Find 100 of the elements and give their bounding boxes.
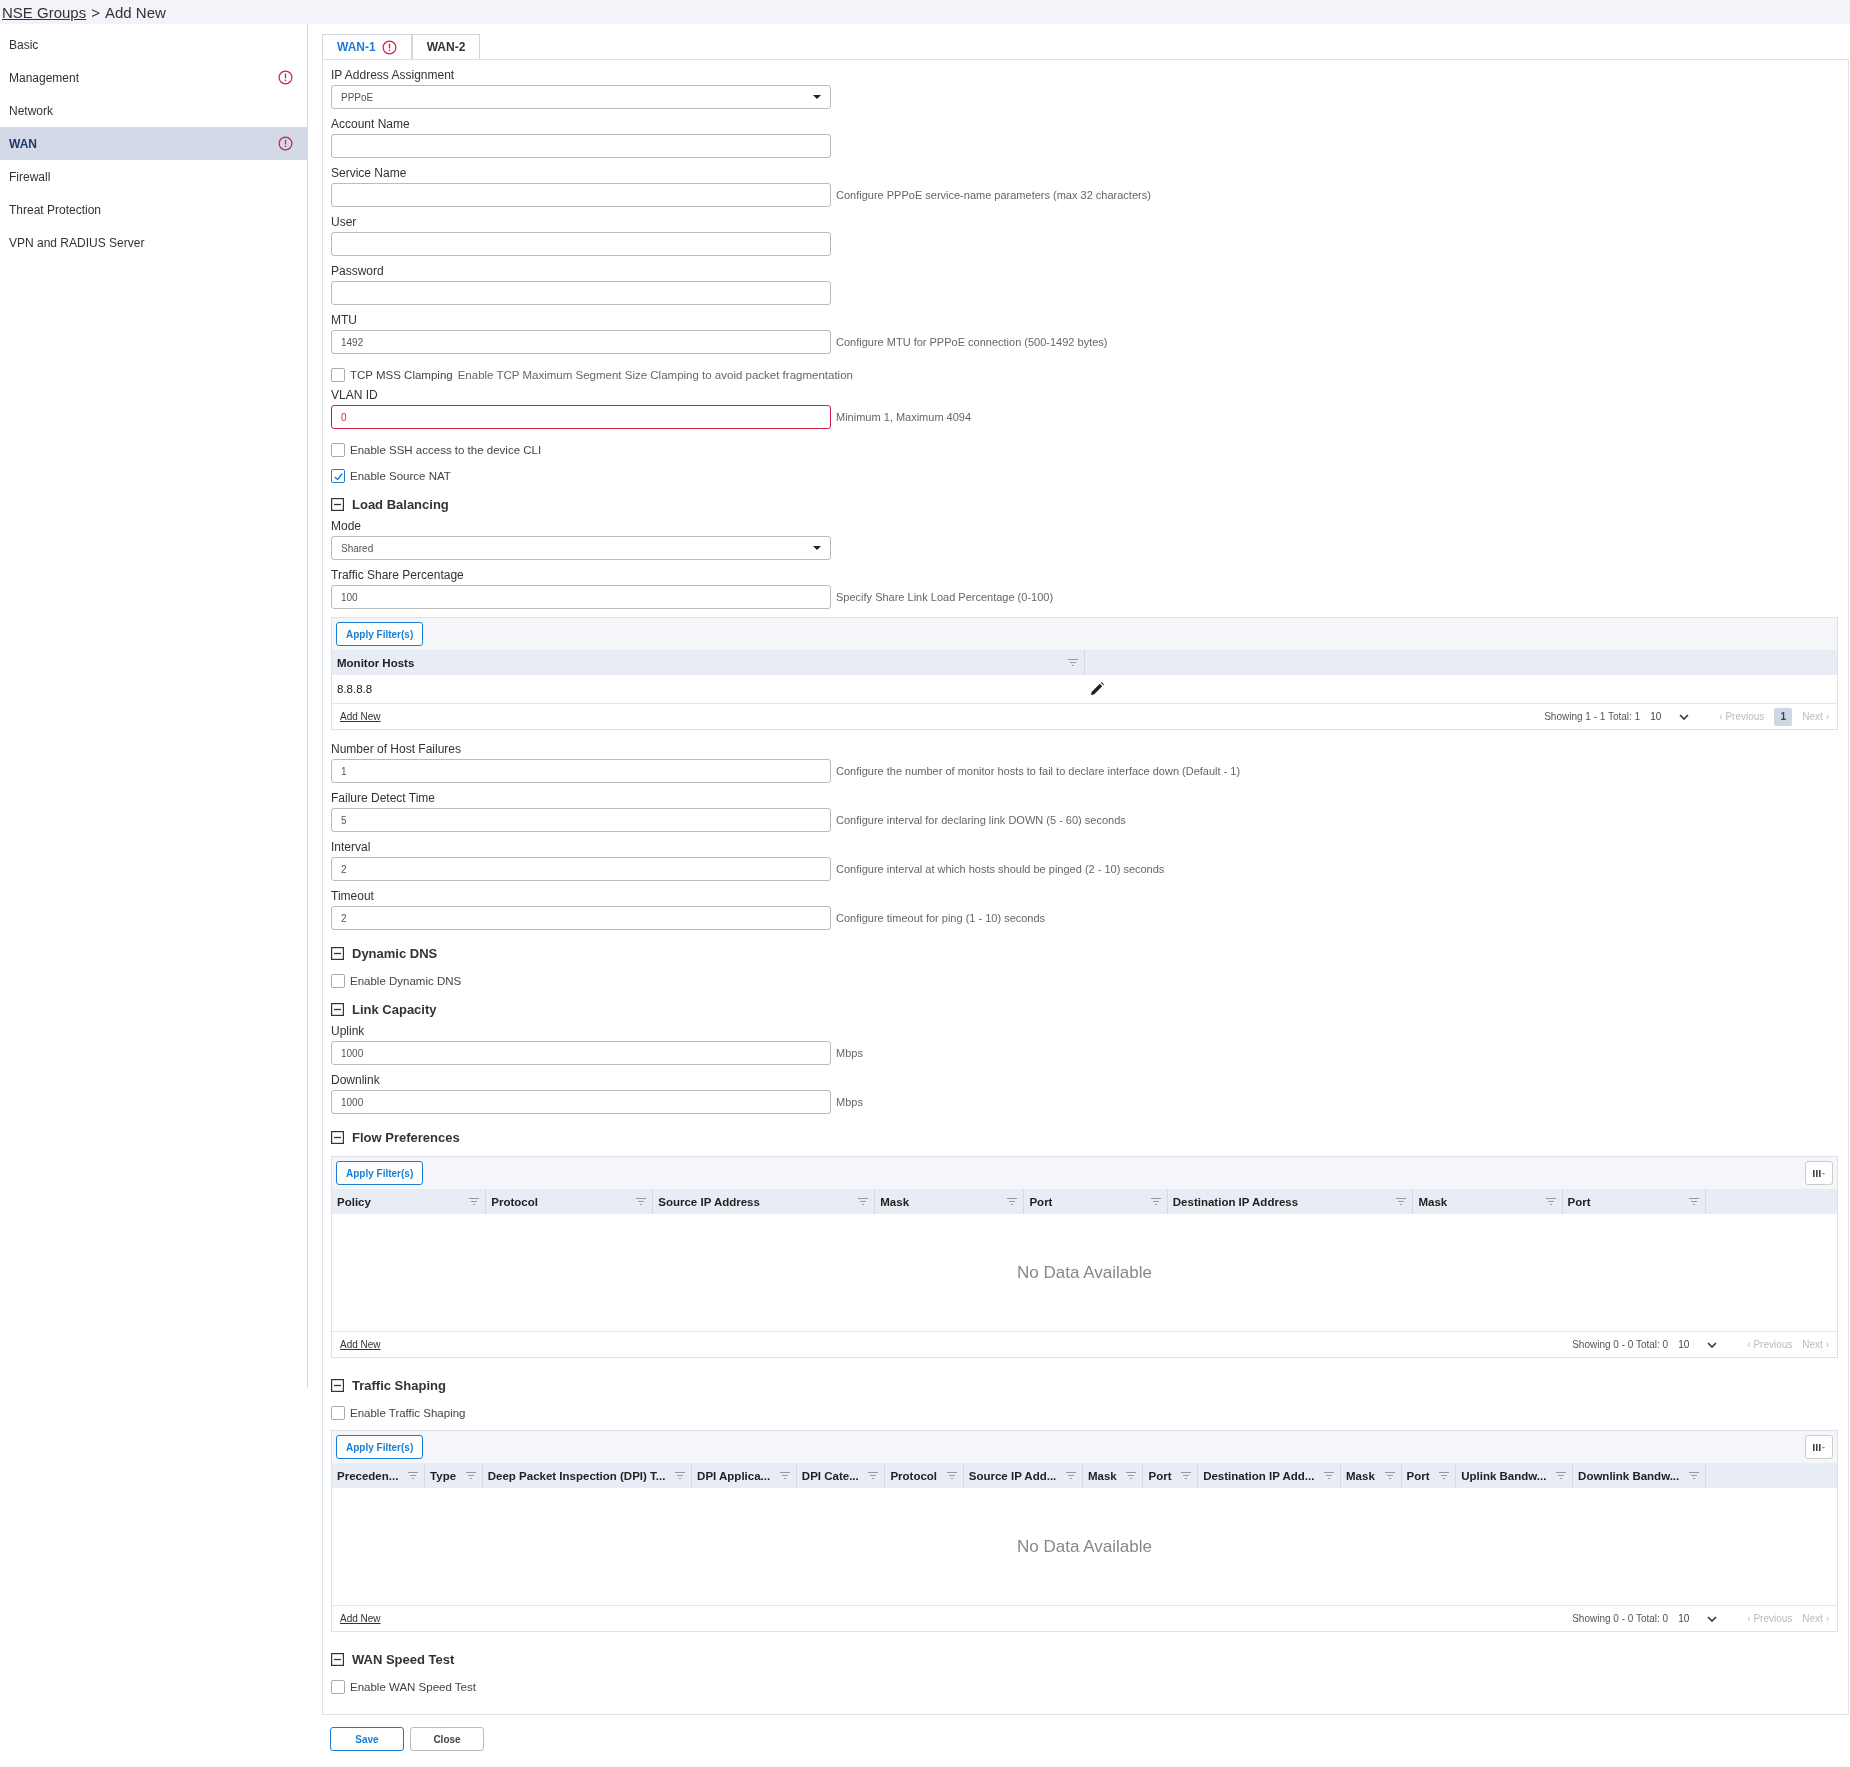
- input-field[interactable]: 1492: [331, 330, 831, 354]
- filter-icon[interactable]: [1068, 659, 1078, 666]
- filter-icon[interactable]: [469, 1198, 480, 1205]
- column-header: Mask: [1418, 1195, 1448, 1208]
- field-label: Number of Host Failures: [331, 742, 463, 756]
- apply-filter-button[interactable]: Apply Filter(s): [336, 622, 424, 646]
- checkbox[interactable]: [331, 1406, 345, 1420]
- collapse-icon[interactable]: [331, 1002, 344, 1016]
- column-chooser-button[interactable]: [1805, 1161, 1833, 1185]
- add-new-link[interactable]: Add New: [340, 1339, 381, 1350]
- sidebar-item[interactable]: Basic: [0, 28, 307, 61]
- input-field[interactable]: 0: [331, 405, 831, 429]
- section-title: Link Capacity: [352, 1001, 437, 1017]
- filter-icon[interactable]: [1545, 1198, 1556, 1205]
- column-header: Mask: [880, 1195, 910, 1208]
- input-field[interactable]: 2: [331, 906, 831, 930]
- filter-icon[interactable]: [946, 1472, 957, 1479]
- filter-icon[interactable]: [408, 1472, 419, 1479]
- sidebar-item[interactable]: Management: [0, 61, 307, 94]
- collapse-icon[interactable]: [331, 1130, 344, 1144]
- field-label: Account Name: [331, 117, 411, 131]
- filter-icon[interactable]: [1181, 1472, 1192, 1479]
- checkbox[interactable]: [331, 469, 345, 483]
- close-button[interactable]: Close: [410, 1727, 484, 1751]
- input-field[interactable]: 5: [331, 808, 831, 832]
- filter-icon[interactable]: [1324, 1472, 1335, 1479]
- sidebar-item[interactable]: Network: [0, 94, 307, 127]
- column-header: Mask: [1346, 1469, 1375, 1482]
- dropdown[interactable]: PPPoE: [331, 85, 831, 109]
- pencil-icon[interactable]: [1089, 682, 1104, 696]
- checkbox-label: Enable WAN Speed Test: [350, 1681, 476, 1693]
- filter-icon[interactable]: [1689, 1198, 1699, 1205]
- column-header: Type: [430, 1469, 457, 1482]
- collapse-icon[interactable]: [331, 1378, 344, 1392]
- chevron-down-icon: [1707, 1615, 1718, 1622]
- filter-icon[interactable]: [1556, 1472, 1567, 1479]
- filter-icon[interactable]: [1007, 1198, 1018, 1205]
- sidebar-item[interactable]: VPN and RADIUS Server: [0, 226, 307, 259]
- input-field[interactable]: 1000: [331, 1041, 831, 1065]
- filter-icon[interactable]: [1126, 1472, 1137, 1479]
- input-field[interactable]: [331, 281, 831, 305]
- page-size-dropdown[interactable]: 10: [1678, 1339, 1718, 1350]
- filter-icon[interactable]: [779, 1472, 790, 1479]
- field-hint: Configure the number of monitor hosts to fail to declare interface down (Default - 1): [836, 765, 1241, 777]
- checkbox[interactable]: [331, 443, 345, 457]
- checkbox[interactable]: [331, 1680, 345, 1694]
- apply-filter-button[interactable]: Apply Filter(s): [336, 1435, 424, 1459]
- filter-icon[interactable]: [1439, 1472, 1450, 1479]
- input-field[interactable]: 2: [331, 857, 831, 881]
- filter-icon[interactable]: [465, 1472, 476, 1479]
- apply-filter-button[interactable]: Apply Filter(s): [336, 1161, 424, 1185]
- section-title: WAN Speed Test: [352, 1651, 455, 1667]
- field-hint: Configure timeout for ping (1 - 10) seconds: [836, 912, 1046, 924]
- filter-icon[interactable]: [1688, 1472, 1699, 1479]
- tab[interactable]: WAN-1: [322, 34, 412, 59]
- input-field[interactable]: [331, 183, 831, 207]
- dropdown[interactable]: Shared: [331, 536, 831, 560]
- column-header: Destination IP Add...: [1203, 1469, 1315, 1482]
- filter-icon[interactable]: [858, 1198, 869, 1205]
- page-size-dropdown[interactable]: 10: [1678, 1613, 1718, 1624]
- filter-icon[interactable]: [1150, 1198, 1161, 1205]
- sidebar-item[interactable]: Threat Protection: [0, 193, 307, 226]
- input-field[interactable]: 1: [331, 759, 831, 783]
- page-button[interactable]: 1: [1774, 707, 1793, 726]
- filter-icon[interactable]: [868, 1472, 879, 1479]
- checkbox[interactable]: [331, 368, 345, 382]
- input-field[interactable]: 100: [331, 585, 831, 609]
- column-header: Port: [1029, 1195, 1053, 1208]
- field-hint: Configure MTU for PPPoE connection (500-1492 bytes): [836, 336, 1108, 348]
- add-new-link[interactable]: Add New: [340, 711, 381, 722]
- field-label: Service Name: [331, 166, 408, 180]
- collapse-icon[interactable]: [331, 1652, 344, 1666]
- caret-icon: [813, 95, 821, 99]
- tab[interactable]: WAN-2: [411, 34, 481, 59]
- field-label: Interval: [331, 840, 372, 854]
- checkbox[interactable]: [331, 974, 345, 988]
- input-field[interactable]: 1000: [331, 1090, 831, 1114]
- filter-icon[interactable]: [636, 1198, 647, 1205]
- add-new-link[interactable]: Add New: [340, 1613, 381, 1624]
- filter-icon[interactable]: [1066, 1472, 1076, 1479]
- filter-icon[interactable]: [675, 1472, 686, 1479]
- sidebar-item[interactable]: WAN: [0, 127, 307, 160]
- breadcrumb-link[interactable]: NSE Groups: [2, 3, 87, 21]
- field-label: IP Address Assignment: [331, 68, 456, 82]
- filter-icon[interactable]: [1396, 1198, 1407, 1205]
- input-field[interactable]: [331, 134, 831, 158]
- chevron-down-icon: [1679, 713, 1690, 720]
- field-hint: Configure PPPoE service-name parameters (max 32 characters): [836, 189, 1151, 201]
- column-chooser-button[interactable]: [1805, 1435, 1833, 1459]
- save-button[interactable]: Save: [330, 1727, 404, 1751]
- page-size-dropdown[interactable]: 10: [1650, 711, 1690, 722]
- field-label: Mode: [331, 519, 363, 533]
- column-header: DPI Cate...: [801, 1469, 859, 1482]
- filter-icon[interactable]: [1384, 1472, 1395, 1479]
- input-field[interactable]: [331, 232, 831, 256]
- field-hint: Minimum 1, Maximum 4094: [836, 411, 972, 423]
- collapse-icon[interactable]: [331, 946, 344, 960]
- sidebar-item[interactable]: Firewall: [0, 160, 307, 193]
- empty-message: No Data Available: [1017, 1536, 1152, 1557]
- collapse-icon[interactable]: [331, 497, 344, 511]
